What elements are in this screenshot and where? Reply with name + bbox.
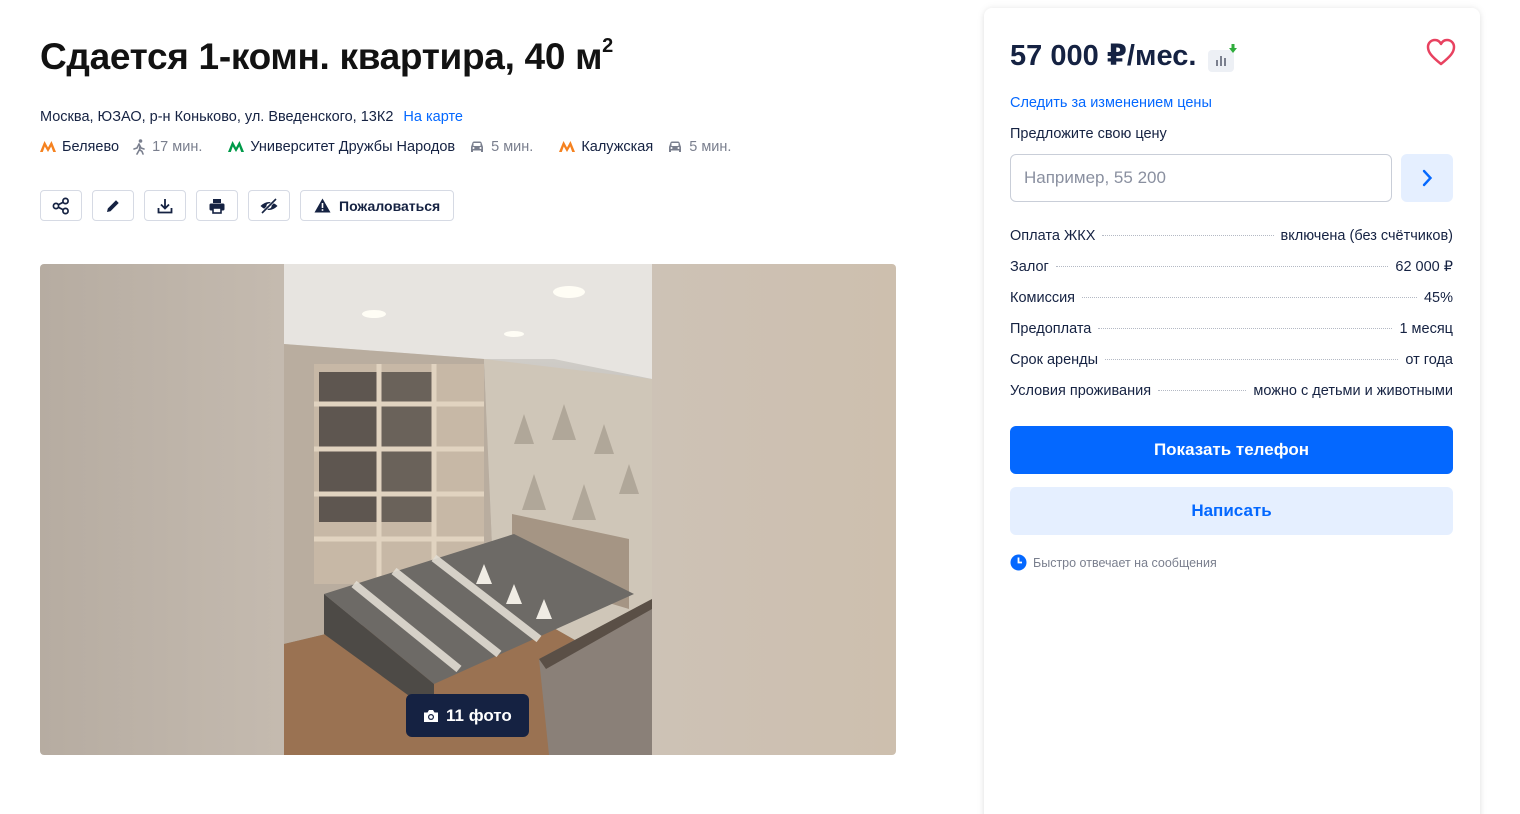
term-row: Залог 62 000 ₽	[1010, 259, 1453, 290]
car-icon	[471, 141, 484, 152]
term-value: от года	[1405, 352, 1453, 368]
term-value: включена (без счётчиков)	[1280, 228, 1453, 244]
term-value: можно с детьми и животными	[1253, 383, 1453, 399]
title-superscript: 2	[602, 34, 613, 57]
photo-count-button[interactable]: 11 фото	[406, 694, 529, 737]
metro-time: 17 мин.	[133, 139, 202, 155]
walk-icon	[133, 139, 145, 155]
metro-station[interactable]: Университет Дружбы Народов 5 мин.	[228, 139, 533, 155]
photo-gallery[interactable]: 11 фото	[40, 264, 896, 755]
term-leader	[1098, 328, 1393, 329]
rental-terms: Оплата ЖКХ включена (без счётчиков) Зало…	[1010, 228, 1453, 414]
term-row: Предоплата 1 месяц	[1010, 321, 1453, 352]
map-link[interactable]: На карте	[403, 109, 463, 125]
metro-station-name: Университет Дружбы Народов	[250, 139, 456, 155]
metro-station-name: Калужская	[581, 139, 654, 155]
track-price-link[interactable]: Следить за изменением цены	[1010, 95, 1212, 111]
metro-station[interactable]: Калужская 5 мин.	[559, 139, 731, 155]
term-row: Срок аренды от года	[1010, 352, 1453, 383]
metro-time: 5 мин.	[667, 139, 731, 155]
metro-logo-icon	[559, 140, 576, 154]
share-icon	[52, 197, 69, 214]
metro-logo-icon	[40, 140, 56, 154]
download-button[interactable]	[144, 190, 186, 221]
fast-reply-text: Быстро отвечает на сообщения	[1033, 555, 1217, 570]
term-leader	[1158, 390, 1247, 391]
pencil-icon	[107, 199, 119, 212]
term-leader	[1102, 235, 1274, 236]
camera-icon	[424, 709, 438, 722]
warning-icon	[314, 198, 331, 213]
price-chart-icon	[1208, 44, 1237, 72]
address-line: Москва, ЮЗАО, р-н Коньково, ул. Введенск…	[40, 109, 463, 125]
offer-submit-button[interactable]	[1401, 154, 1453, 202]
term-value: 62 000 ₽	[1395, 259, 1453, 275]
metro-time-text: 5 мин.	[689, 139, 732, 155]
metro-time-text: 17 мин.	[152, 139, 203, 155]
heart-icon	[1426, 38, 1456, 66]
write-message-button[interactable]: Написать	[1010, 487, 1453, 535]
favorite-button[interactable]	[1426, 38, 1456, 71]
car-icon	[669, 141, 682, 152]
bedroom-photo-image	[284, 264, 652, 755]
term-key: Предоплата	[1010, 321, 1092, 337]
metro-list: Беляево 17 мин. Университет Дружбы Народ…	[40, 139, 757, 155]
share-button[interactable]	[40, 190, 82, 221]
complain-button[interactable]: Пожаловаться	[300, 190, 455, 221]
listing-actions: Пожаловаться	[40, 190, 455, 221]
offer-price-label: Предложите свою цену	[1010, 126, 1167, 142]
term-leader	[1055, 266, 1389, 267]
fast-reply-note: Быстро отвечает на сообщения	[1010, 554, 1217, 571]
address-text: Москва, ЮЗАО, р-н Коньково, ул. Введенск…	[40, 109, 394, 125]
term-row: Оплата ЖКХ включена (без счётчиков)	[1010, 228, 1453, 259]
edit-note-button[interactable]	[92, 190, 134, 221]
term-key: Срок аренды	[1010, 352, 1099, 368]
term-value: 45%	[1423, 290, 1453, 306]
term-key: Залог	[1010, 259, 1049, 275]
term-key: Условия проживания	[1010, 383, 1152, 399]
term-key: Оплата ЖКХ	[1010, 228, 1096, 244]
metro-time-text: 5 мин.	[491, 139, 534, 155]
term-row: Комиссия 45%	[1010, 290, 1453, 321]
offer-price-input[interactable]	[1010, 154, 1392, 202]
price-history-button[interactable]	[1208, 44, 1240, 72]
main-photo[interactable]	[284, 264, 652, 755]
download-icon	[157, 198, 173, 213]
complain-label: Пожаловаться	[339, 197, 441, 214]
term-leader	[1105, 359, 1399, 360]
price: 57 000 ₽/мес.	[1010, 40, 1197, 72]
clock-icon	[1010, 554, 1027, 571]
chevron-right-icon	[1422, 169, 1433, 187]
price-card: 57 000 ₽/мес. Следить за изменением цены…	[984, 8, 1480, 814]
term-row: Условия проживания можно с детьми и живо…	[1010, 383, 1453, 414]
term-key: Комиссия	[1010, 290, 1076, 306]
show-phone-button[interactable]: Показать телефон	[1010, 426, 1453, 474]
term-leader	[1082, 297, 1417, 298]
page-title: Сдается 1-комн. квартира, 40 м2	[40, 34, 613, 78]
print-button[interactable]	[196, 190, 238, 221]
metro-time: 5 мин.	[469, 139, 533, 155]
printer-icon	[209, 198, 225, 214]
eye-off-icon	[260, 197, 278, 214]
metro-station-name: Беляево	[62, 139, 120, 155]
hide-listing-button[interactable]	[248, 190, 290, 221]
photo-count-label: 11 фото	[446, 705, 512, 725]
metro-logo-icon	[228, 140, 245, 154]
term-value: 1 месяц	[1399, 321, 1453, 337]
title-text: Сдается 1-комн. квартира, 40 м	[40, 36, 603, 77]
metro-station[interactable]: Беляево 17 мин.	[40, 139, 202, 155]
